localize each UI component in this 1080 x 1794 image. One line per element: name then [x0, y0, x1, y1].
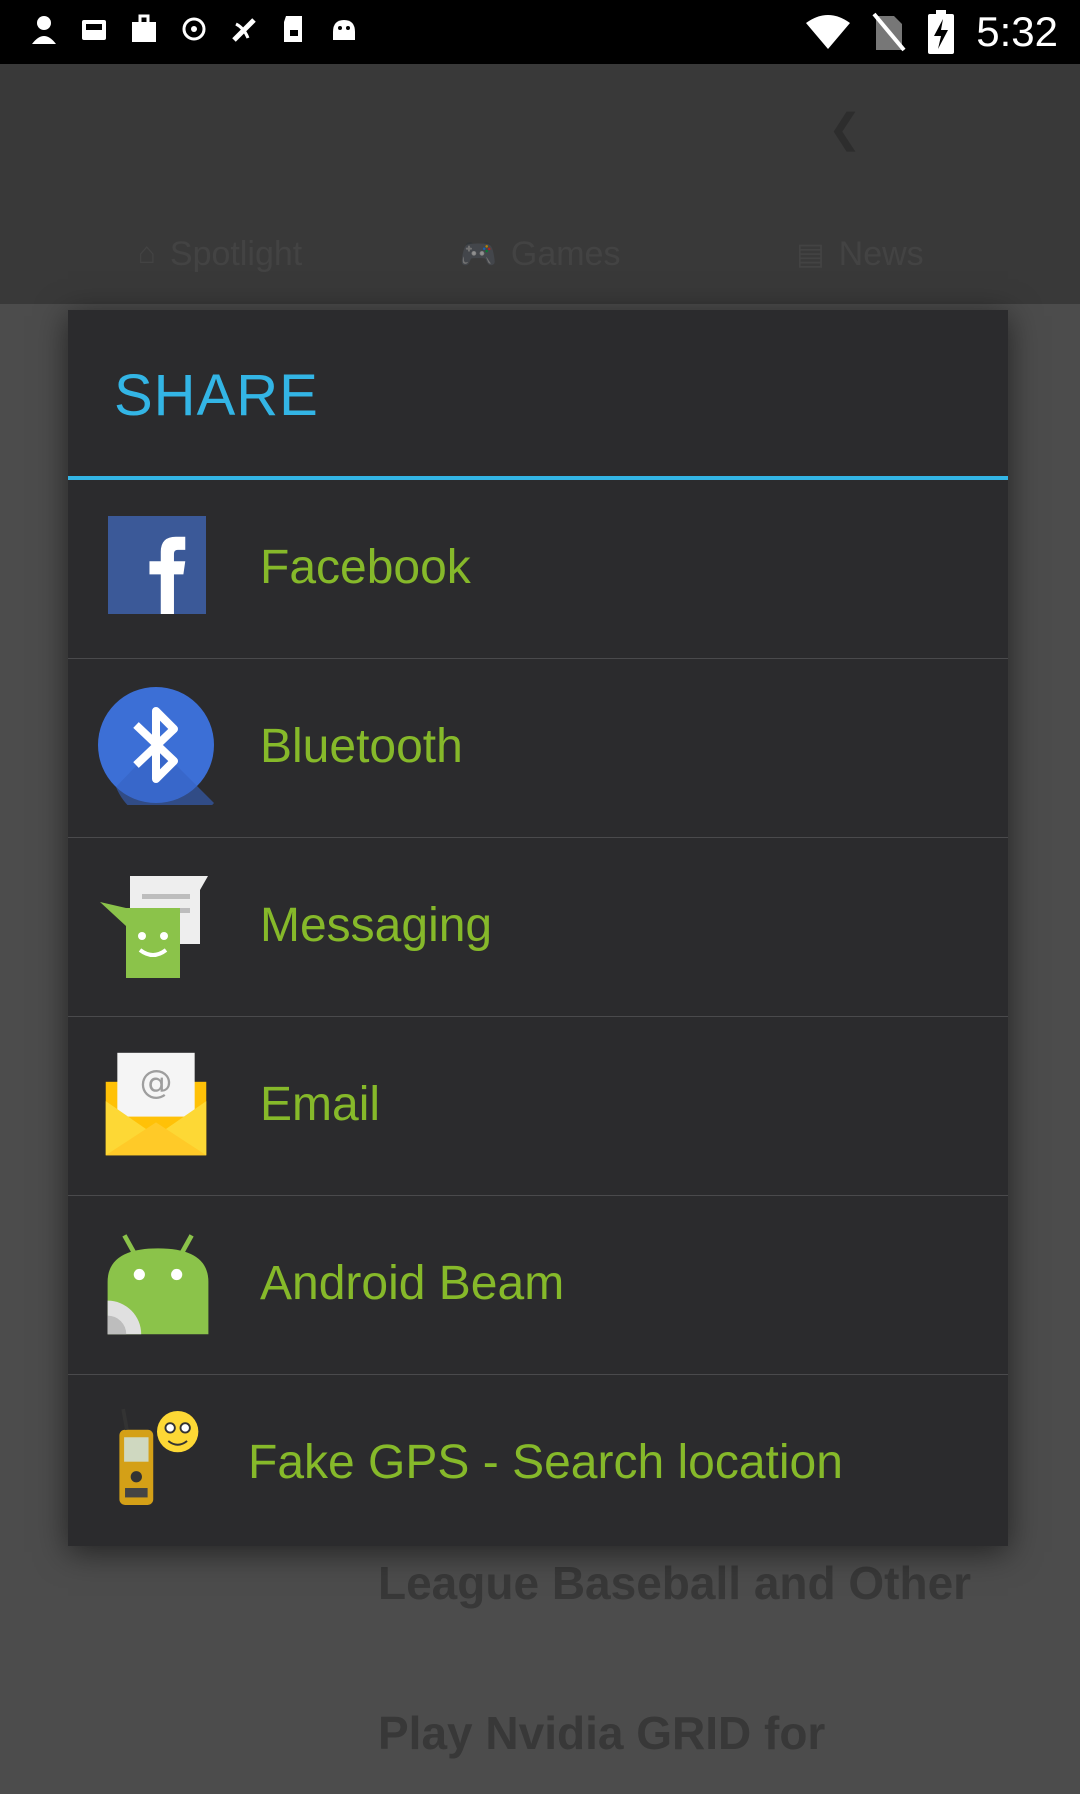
facebook-icon	[108, 516, 206, 614]
share-item-messaging[interactable]: Messaging	[68, 838, 1008, 1017]
share-item-label: Android Beam	[260, 1257, 565, 1310]
email-icon: @	[105, 1052, 207, 1156]
system-icons: 5:32	[806, 8, 1058, 56]
satellite-icon	[232, 18, 256, 42]
bluetooth-icon	[98, 687, 214, 805]
fake-gps-icon	[119, 1408, 199, 1505]
share-dialog: SHARE Facebook Bluetooth Messaging @ Ema…	[68, 310, 1008, 1546]
no-sim-icon	[872, 12, 906, 52]
person-icon	[32, 16, 56, 44]
clock: 5:32	[976, 8, 1058, 55]
wifi-icon	[806, 15, 851, 49]
svg-text:@: @	[140, 1062, 173, 1101]
share-item-label: Bluetooth	[260, 720, 463, 773]
share-target-list: Facebook Bluetooth Messaging @ Email And…	[68, 480, 1008, 1547]
share-item-label: Messaging	[260, 899, 493, 952]
inbox-icon	[82, 20, 106, 40]
android-beam-icon	[107, 1234, 209, 1335]
android-icon	[333, 20, 355, 40]
notification-icons	[30, 14, 358, 44]
share-item-label: Facebook	[260, 541, 471, 594]
sd-card-icon	[284, 16, 302, 42]
share-item-label: Fake GPS - Search location	[248, 1436, 843, 1489]
share-item-email[interactable]: @ Email	[68, 1017, 1008, 1196]
share-item-facebook[interactable]: Facebook	[68, 480, 1008, 659]
status-bar: 5:32	[0, 0, 1080, 64]
share-item-android-beam[interactable]: Android Beam	[68, 1196, 1008, 1375]
battery-charging-icon	[928, 10, 955, 54]
share-item-fake-gps[interactable]: Fake GPS - Search location	[68, 1375, 1008, 1547]
sync-icon	[182, 17, 206, 41]
messaging-icon	[100, 876, 208, 978]
share-item-label: Email	[260, 1078, 381, 1131]
dialog-title: SHARE	[114, 363, 319, 428]
shop-icon	[132, 14, 156, 42]
share-item-bluetooth[interactable]: Bluetooth	[68, 659, 1008, 838]
